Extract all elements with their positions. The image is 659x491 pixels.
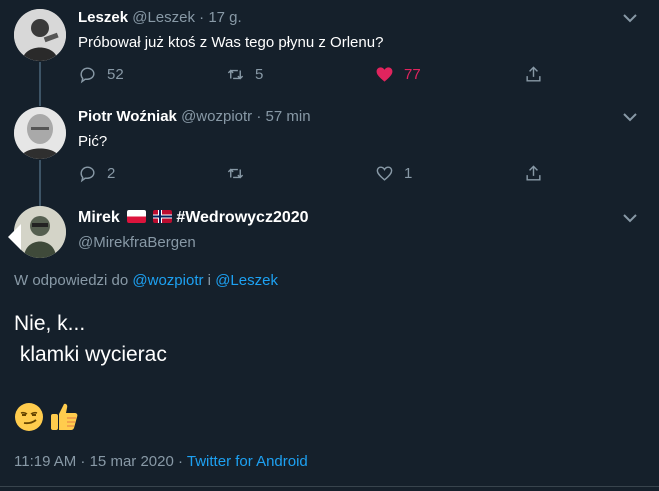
thread-line bbox=[39, 160, 41, 196]
arrow-left-icon bbox=[8, 224, 21, 250]
chevron-down-icon[interactable] bbox=[623, 112, 637, 122]
tweet-text-line2: klamki wycierac bbox=[14, 343, 167, 366]
author-name[interactable]: Piotr Woźniak bbox=[78, 108, 177, 125]
reply-icon bbox=[80, 66, 95, 83]
norway-flag-icon bbox=[153, 210, 173, 223]
reply-count: 2 bbox=[107, 164, 116, 182]
separator: · bbox=[256, 108, 262, 125]
divider bbox=[0, 486, 659, 487]
tweet-text: Próbował już ktoś z Was tego płynu z Orl… bbox=[78, 34, 384, 51]
reply-icon bbox=[80, 165, 95, 182]
reply-conjunction: i bbox=[207, 272, 212, 289]
chevron-down-icon[interactable] bbox=[623, 13, 637, 23]
thumbs-up-emoji bbox=[51, 403, 78, 430]
tweet-time[interactable]: 57 min bbox=[266, 108, 311, 125]
retweet-button[interactable]: 5 bbox=[226, 63, 263, 85]
reply-prefix: W odpowiedzi do bbox=[14, 272, 129, 289]
share-icon bbox=[526, 164, 541, 181]
retweet-count: 5 bbox=[255, 65, 264, 83]
reply-mention-wozpiotr[interactable]: @wozpiotr bbox=[132, 272, 203, 289]
chevron-down-icon[interactable] bbox=[623, 213, 637, 223]
like-count: 77 bbox=[404, 65, 421, 83]
tweet-text-line1: Nie, k... bbox=[14, 312, 86, 335]
hashtag[interactable]: #Wedrowycz2020 bbox=[176, 209, 308, 226]
avatar-piotr[interactable] bbox=[14, 107, 66, 159]
reply-mention-leszek[interactable]: @Leszek bbox=[215, 272, 278, 289]
share-button[interactable] bbox=[524, 63, 553, 85]
retweet-icon bbox=[227, 69, 244, 79]
share-button[interactable] bbox=[524, 162, 553, 184]
tweet-text: Pić? bbox=[78, 133, 108, 150]
poland-flag-icon bbox=[126, 210, 146, 223]
reply-button[interactable]: 52 bbox=[78, 63, 124, 85]
main-tweet: Mirek #Wedrowycz2020 @MirekfraBergen W o… bbox=[0, 196, 659, 491]
author-handle[interactable]: @Leszek bbox=[132, 9, 195, 26]
heart-filled-icon bbox=[376, 66, 393, 82]
retweet-icon bbox=[227, 168, 244, 178]
reply-button[interactable]: 2 bbox=[78, 162, 115, 184]
like-count: 1 bbox=[404, 164, 413, 182]
tweet-leszek[interactable]: Leszek @Leszek · 17 g. Próbował już ktoś… bbox=[0, 0, 659, 98]
tweet-timestamp[interactable]: 11:19 AM · 15 mar 2020 · bbox=[14, 453, 183, 470]
smirk-emoji bbox=[15, 403, 43, 431]
tweet-source[interactable]: Twitter for Android bbox=[187, 453, 308, 470]
heart-icon bbox=[376, 165, 393, 181]
author-name[interactable]: Leszek bbox=[78, 9, 128, 26]
thread-line bbox=[39, 62, 41, 98]
share-icon bbox=[526, 65, 541, 82]
thread-line bbox=[39, 196, 41, 206]
reply-count: 52 bbox=[107, 65, 124, 83]
author-handle[interactable]: @wozpiotr bbox=[181, 108, 252, 125]
tweet-piotr[interactable]: Piotr Woźniak @wozpiotr · 57 min Pić? 2 … bbox=[0, 98, 659, 196]
retweet-button[interactable] bbox=[226, 162, 255, 184]
like-button[interactable]: 77 bbox=[375, 63, 421, 85]
separator: · bbox=[199, 9, 205, 26]
author-name[interactable]: Mirek bbox=[78, 209, 120, 226]
tweet-time[interactable]: 17 g. bbox=[208, 9, 241, 26]
thread-line bbox=[39, 98, 41, 106]
author-handle[interactable]: @MirekfraBergen bbox=[78, 234, 196, 251]
like-button[interactable]: 1 bbox=[375, 162, 412, 184]
avatar-leszek[interactable] bbox=[14, 9, 66, 61]
